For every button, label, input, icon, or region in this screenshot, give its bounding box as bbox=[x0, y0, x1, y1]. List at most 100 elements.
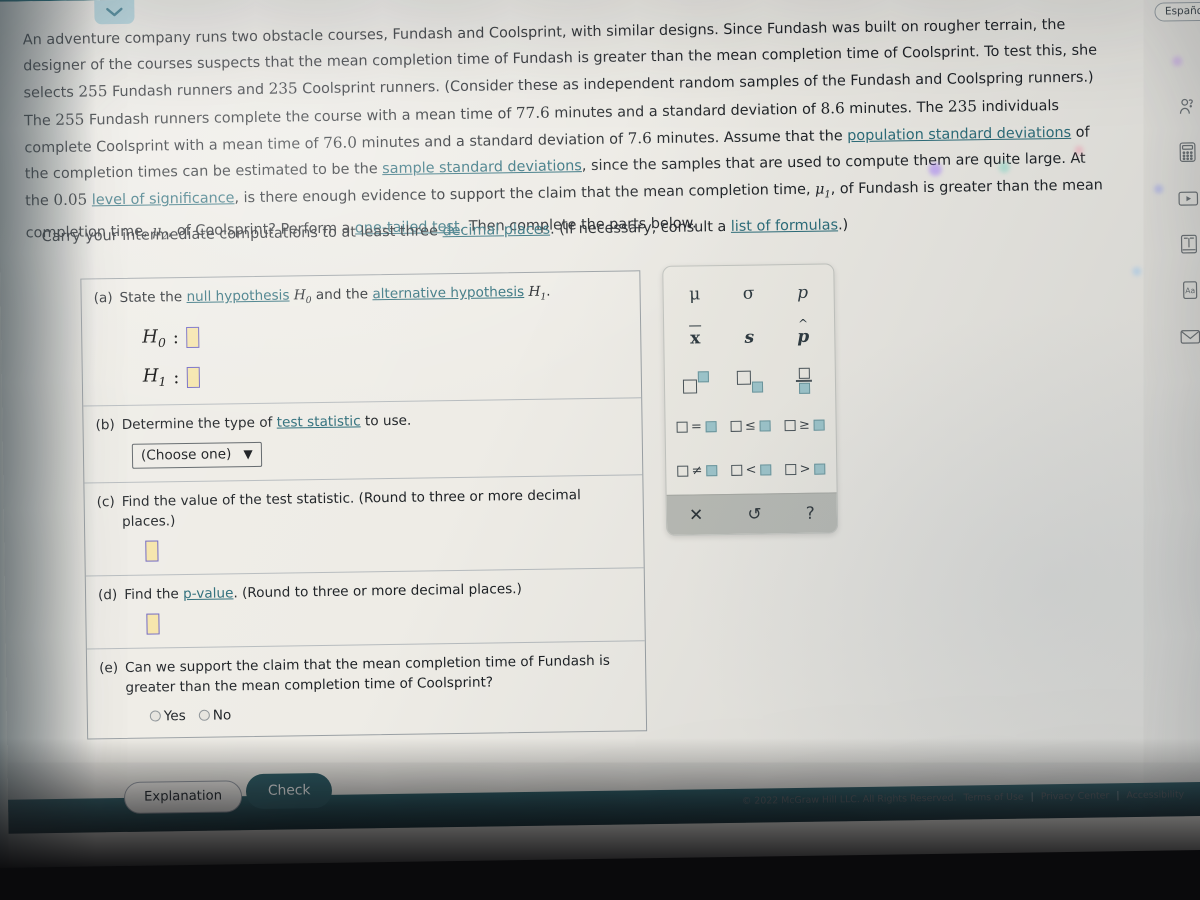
exercise-page: An adventure company runs two obstacle c… bbox=[0, 0, 1200, 834]
prose-run: . (If necessary, consult a bbox=[549, 218, 731, 238]
check-button[interactable]: Check bbox=[245, 772, 333, 810]
list-of-formulas-link[interactable]: list of formulas bbox=[731, 217, 838, 235]
palette-greater-equal-button[interactable]: ≥ bbox=[777, 402, 832, 447]
p-value-input[interactable] bbox=[146, 613, 160, 635]
part-c-label: (c) bbox=[96, 493, 115, 511]
part-d-text-1: Find the bbox=[124, 585, 184, 603]
part-b-text-2: to use. bbox=[360, 412, 412, 430]
h1-colon: : bbox=[173, 366, 180, 388]
help-person-icon[interactable] bbox=[1175, 93, 1199, 119]
page-footer: © 2022 McGraw Hill LLC. All Rights Reser… bbox=[742, 789, 1184, 807]
statistic-value: 235 bbox=[947, 96, 978, 116]
calculator-icon[interactable] bbox=[1175, 139, 1199, 165]
part-a-label: (a) bbox=[93, 290, 113, 307]
palette-less-equal-button[interactable]: ≤ bbox=[723, 403, 778, 448]
message-envelope-icon[interactable] bbox=[1178, 323, 1200, 349]
footer-separator-2: | bbox=[1116, 790, 1120, 802]
right-tool-rail: Español Aa bbox=[1154, 1, 1200, 350]
part-b-text-1: Determine the type of bbox=[121, 414, 277, 433]
palette-s-button[interactable]: s bbox=[722, 315, 777, 360]
palette-grid: μ σ p x s ^ p = ≤ ≥ ≠ < > bbox=[663, 264, 836, 492]
prose-run: Fundash runners complete the course with… bbox=[84, 105, 517, 129]
population-standard-deviations-link[interactable]: population standard deviations bbox=[847, 125, 1071, 144]
sample-standard-deviations-link[interactable]: sample standard deviations bbox=[382, 158, 582, 177]
part-b-prompt: Determine the type of test statistic to … bbox=[122, 407, 630, 435]
help-icon[interactable]: ? bbox=[806, 503, 815, 523]
part-a: (a) State the null hypothesis H0 and the… bbox=[81, 271, 642, 407]
prose-run: , is there enough evidence to support th… bbox=[234, 181, 816, 207]
prose-run: .) bbox=[837, 217, 849, 234]
test-statistic-select[interactable]: (Choose one) ▼ bbox=[131, 441, 262, 469]
h0-input[interactable] bbox=[185, 326, 199, 349]
radio-yes-label: Yes bbox=[163, 707, 186, 725]
palette-equals-button[interactable]: = bbox=[669, 404, 724, 449]
part-d-prompt: Find the p-value. (Round to three or mor… bbox=[124, 577, 632, 605]
espanol-toggle[interactable]: Español bbox=[1154, 1, 1200, 22]
p-value-link[interactable]: p-value bbox=[183, 585, 234, 602]
prose-run: Fundash runners and bbox=[107, 82, 269, 101]
statistic-value: 76.0 bbox=[322, 133, 358, 152]
statistic-value: 7.6 bbox=[627, 128, 652, 148]
statistic-value: 255 bbox=[55, 110, 85, 129]
test-statistic-input[interactable] bbox=[145, 540, 159, 562]
prose-run: minutes and a standard deviation of bbox=[549, 101, 821, 122]
palette-greater-than-button[interactable]: > bbox=[778, 446, 833, 491]
radio-no-label: No bbox=[212, 707, 232, 724]
h0-colon: : bbox=[172, 327, 179, 349]
palette-not-equal-button[interactable]: ≠ bbox=[670, 448, 725, 493]
collapse-chevron-tab[interactable] bbox=[94, 0, 135, 25]
h1-row: H1 : bbox=[143, 359, 629, 390]
media-play-icon[interactable] bbox=[1176, 185, 1200, 211]
prose-run: minutes. Assume that the bbox=[651, 127, 848, 147]
privacy-center-link[interactable]: Privacy Center bbox=[1041, 790, 1110, 802]
radio-yes[interactable]: Yes bbox=[149, 707, 186, 725]
part-b: (b) Determine the type of test statistic… bbox=[83, 398, 643, 484]
level-of-significance-link[interactable]: level of significance bbox=[92, 190, 235, 208]
text-size-icon[interactable]: Aa bbox=[1177, 277, 1200, 303]
palette-mu-button[interactable]: μ bbox=[667, 272, 722, 317]
part-e-prompt: Can we support the claim that the mean c… bbox=[124, 652, 611, 696]
palette-fraction-button[interactable] bbox=[777, 358, 832, 403]
part-d-label: (d) bbox=[97, 586, 118, 604]
part-a-prompt: State the null hypothesis H0 and the alt… bbox=[119, 283, 551, 306]
svg-text:Aa: Aa bbox=[1185, 286, 1195, 295]
palette-superscript-button[interactable] bbox=[669, 360, 724, 405]
h0-inline-symbol: H0 bbox=[293, 287, 312, 306]
screen-photo-scene: An adventure company runs two obstacle c… bbox=[0, 0, 1200, 900]
part-a-text-1: State the bbox=[119, 289, 187, 306]
statistic-value: 235 bbox=[268, 79, 298, 99]
test-statistic-link[interactable]: test statistic bbox=[277, 413, 361, 430]
copyright-text: © 2022 McGraw Hill LLC. All Rights Reser… bbox=[741, 792, 957, 807]
palette-p-button[interactable]: p bbox=[775, 270, 830, 315]
palette-phat-button[interactable]: ^ p bbox=[776, 314, 831, 359]
alternative-hypothesis-link[interactable]: alternative hypothesis bbox=[372, 284, 524, 302]
reference-book-icon[interactable] bbox=[1177, 231, 1200, 257]
laptop-screen: An adventure company runs two obstacle c… bbox=[0, 0, 1200, 868]
accessibility-link[interactable]: Accessibility bbox=[1126, 789, 1184, 801]
part-d: (d) Find the p-value. (Round to three or… bbox=[85, 568, 645, 650]
action-bar: Explanation Check © 2022 McGraw Hill LLC… bbox=[8, 746, 1200, 834]
chevron-down-icon: ▼ bbox=[243, 446, 253, 462]
statistic-value: 77.6 bbox=[515, 103, 550, 122]
palette-subscript-button[interactable] bbox=[723, 359, 778, 404]
statistic-value: 8.6 bbox=[820, 98, 845, 118]
math-symbol-palette: μ σ p x s ^ p = ≤ ≥ ≠ < > ✕ ↺ ? bbox=[662, 263, 839, 536]
footer-separator-1: | bbox=[1030, 791, 1034, 803]
radio-no-circle[interactable] bbox=[198, 710, 210, 722]
explanation-button[interactable]: Explanation bbox=[123, 780, 243, 814]
palette-less-than-button[interactable]: < bbox=[724, 447, 779, 492]
palette-xbar-button[interactable]: x bbox=[668, 316, 723, 361]
palette-sigma-button[interactable]: σ bbox=[721, 271, 776, 316]
h0-row: H0 : bbox=[142, 319, 628, 350]
null-hypothesis-link[interactable]: null hypothesis bbox=[186, 287, 289, 305]
h0-symbol: H0 bbox=[142, 326, 166, 350]
h1-input[interactable] bbox=[186, 366, 200, 388]
decimal-places-link[interactable]: decimal places bbox=[442, 222, 550, 240]
clear-icon[interactable]: ✕ bbox=[689, 505, 704, 525]
radio-yes-circle[interactable] bbox=[149, 710, 161, 722]
test-statistic-select-value: (Choose one) bbox=[140, 446, 232, 464]
undo-icon[interactable]: ↺ bbox=[747, 504, 762, 524]
terms-of-use-link[interactable]: Terms of Use bbox=[963, 792, 1023, 804]
radio-no[interactable]: No bbox=[198, 707, 232, 724]
part-e-label: (e) bbox=[99, 659, 119, 677]
